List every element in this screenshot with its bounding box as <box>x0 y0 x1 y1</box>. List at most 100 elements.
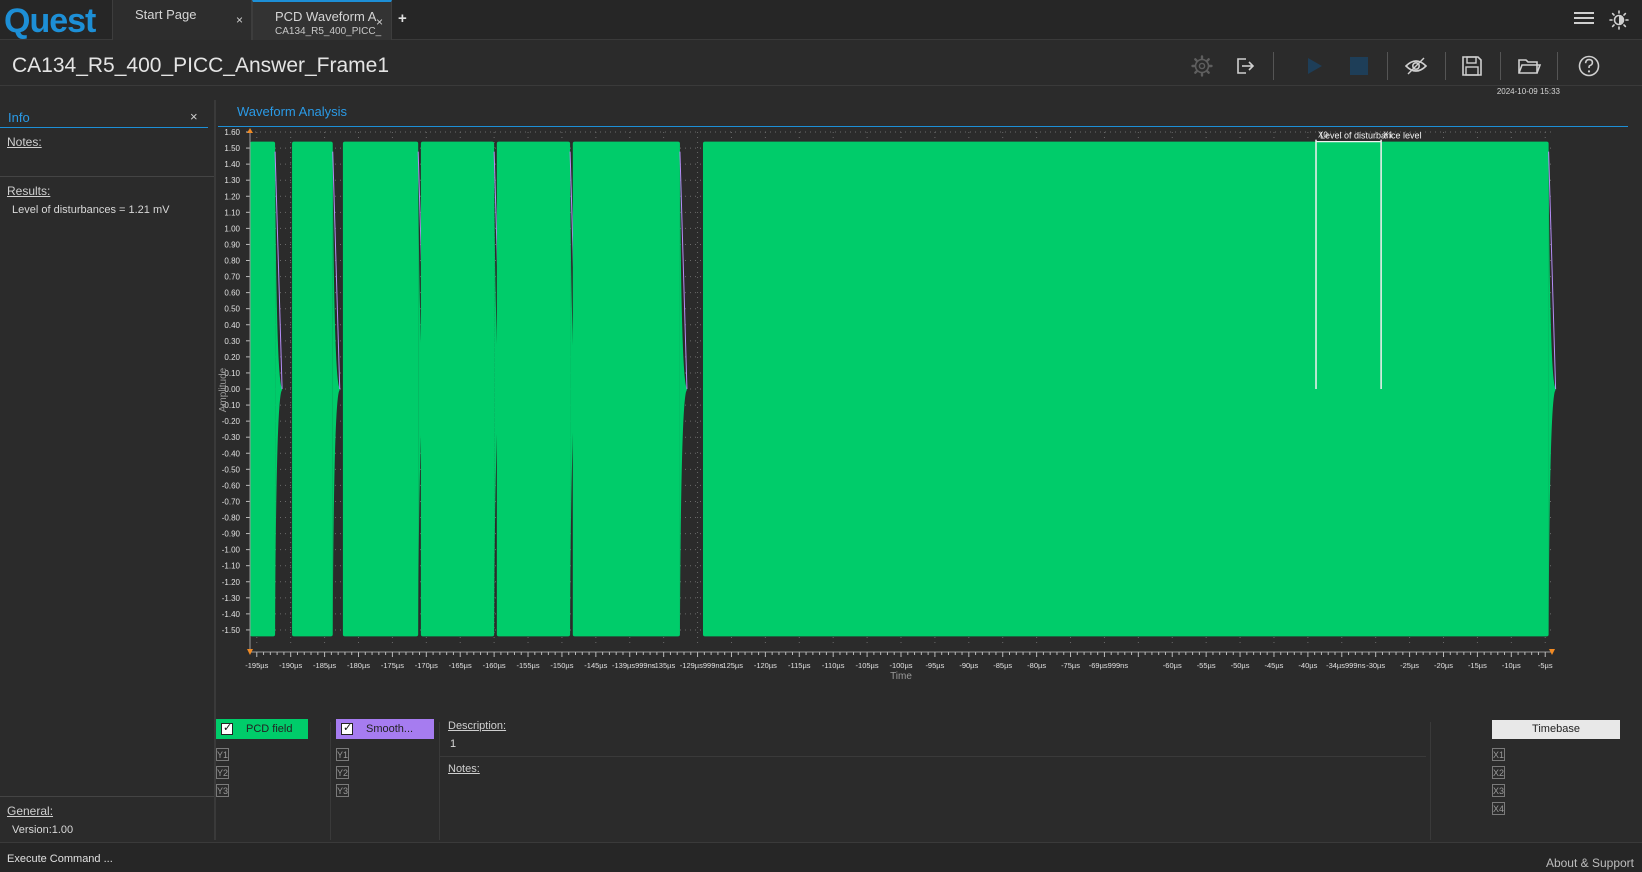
tab-close-button[interactable]: × <box>376 15 383 29</box>
x-tick-label: -40µs <box>1298 661 1317 670</box>
x-tick-label: -195µs <box>245 661 268 670</box>
export-icon[interactable] <box>1232 53 1258 79</box>
x-tick-label: -100µs <box>889 661 912 670</box>
x-tick-label: -135µs <box>652 661 675 670</box>
x-tick-label: -150µs <box>550 661 573 670</box>
x4-box[interactable]: X4 <box>1492 802 1505 815</box>
page-title: CA134_R5_400_PICC_Answer_Frame1 <box>12 54 390 77</box>
channel-label: Smooth... <box>366 723 414 735</box>
info-panel-header: Info × <box>0 106 208 128</box>
x-tick-label: -50µs <box>1231 661 1250 670</box>
y3-box[interactable]: Y3 <box>216 784 229 797</box>
y-axis-label: Amplitude <box>218 367 229 412</box>
y3-box[interactable]: Y3 <box>336 784 349 797</box>
x-tick-label: -160µs <box>483 661 506 670</box>
smooth-channel-toggle[interactable]: Smooth... <box>336 719 434 739</box>
channel-label: PCD field <box>246 723 293 735</box>
hamburger-menu-icon[interactable] <box>1574 10 1594 28</box>
y1-box[interactable]: Y1 <box>216 748 229 761</box>
x-tick-label: -95µs <box>925 661 944 670</box>
x-tick-label: -10µs <box>1502 661 1521 670</box>
app-logo[interactable]: Quest <box>4 2 96 41</box>
y-tick-label: 0.80 <box>224 257 240 266</box>
x-tick-label: -139µs999ns <box>612 661 656 670</box>
y-tick-label: -0.90 <box>222 530 241 539</box>
save-icon[interactable] <box>1459 53 1485 79</box>
stop-icon[interactable] <box>1346 53 1372 79</box>
toolbar-separator <box>1500 52 1501 80</box>
waveform-analysis-title: Waveform Analysis <box>237 104 348 119</box>
x-tick-label: -190µs <box>279 661 302 670</box>
y-tick-label: 0.70 <box>224 273 240 282</box>
x-tick-label: -30µs <box>1366 661 1385 670</box>
toolbar-separator <box>1273 52 1274 80</box>
x1-box[interactable]: X1 <box>1492 748 1505 761</box>
info-divider <box>0 796 214 797</box>
theme-toggle-icon[interactable] <box>1609 10 1629 30</box>
waveform-envelope <box>292 141 333 637</box>
play-icon[interactable] <box>1301 53 1327 79</box>
x-tick-label: -90µs <box>959 661 978 670</box>
pcd-field-checkbox[interactable] <box>221 721 233 735</box>
y-tick-label: 1.50 <box>224 144 240 153</box>
y1-box[interactable]: Y1 <box>336 748 349 761</box>
x-tick-label: -129µs999ns <box>680 661 724 670</box>
x-tick-label: -34µs999ns <box>1326 661 1366 670</box>
about-support-link[interactable]: About & Support <box>1546 856 1634 870</box>
tab-close-button[interactable]: × <box>236 13 243 27</box>
x-tick-label: -180µs <box>347 661 370 670</box>
y-tick-label: -1.40 <box>222 610 241 619</box>
panel-separator <box>1430 722 1431 840</box>
eye-icon[interactable] <box>1403 53 1429 79</box>
y-tick-label: -1.50 <box>222 626 241 635</box>
tab-start-page[interactable]: Start Page × <box>112 0 252 40</box>
y2-box[interactable]: Y2 <box>336 766 349 779</box>
waveform-decay <box>679 141 687 637</box>
waveform-chart[interactable]: X0 X1Level of disturbance level 1.601.501… <box>218 128 1630 712</box>
execute-command-button[interactable]: Execute Command ... <box>7 853 113 865</box>
pcd-field-channel-toggle[interactable]: PCD field <box>216 719 308 739</box>
timebase-button[interactable]: Timebase <box>1492 720 1620 739</box>
x-tick-label: -110µs <box>822 661 845 670</box>
x-tick-label: -115µs <box>788 661 811 670</box>
x-tick-label: -75µs <box>1061 661 1080 670</box>
x-tick-label: -85µs <box>993 661 1012 670</box>
waveform-series-pcd-field <box>250 141 1557 637</box>
y2-box[interactable]: Y2 <box>216 766 229 779</box>
y-tick-label: 0.20 <box>224 353 240 362</box>
y-tick-label: 0.60 <box>224 289 240 298</box>
y-tick-label: -1.10 <box>222 562 241 571</box>
info-panel: Info × Notes: Results: Level of disturba… <box>0 100 216 840</box>
folder-open-icon[interactable] <box>1516 53 1542 79</box>
title-divider <box>0 85 1642 86</box>
x-tick-label: -185µs <box>313 661 336 670</box>
add-tab-button[interactable]: + <box>398 10 407 27</box>
y-tick-label: 1.20 <box>224 192 240 201</box>
x-tick-label: -45µs <box>1265 661 1284 670</box>
x-tick-label: -120µs <box>754 661 777 670</box>
y-tick-label: -0.70 <box>222 497 241 506</box>
description-value[interactable]: 1 <box>450 738 456 750</box>
x-tick-label: -60µs <box>1163 661 1182 670</box>
waveform-decay <box>1548 141 1556 637</box>
timestamp: 2024-10-09 15:33 <box>1496 87 1560 96</box>
y-tick-label: 0.90 <box>224 240 240 249</box>
gear-icon[interactable] <box>1189 53 1215 79</box>
x-tick-label: -80µs <box>1027 661 1046 670</box>
description-notes-label: Notes: <box>448 763 480 775</box>
waveform-envelope <box>342 141 419 637</box>
y-tick-label: -0.60 <box>222 481 241 490</box>
x3-box[interactable]: X3 <box>1492 784 1505 797</box>
x-tick-label: -25µs <box>1400 661 1419 670</box>
x-tick-label: -55µs <box>1197 661 1216 670</box>
x-tick-label: -125µs <box>720 661 743 670</box>
y-tick-label: 1.10 <box>224 208 240 217</box>
tab-pcd-waveform[interactable]: PCD Waveform A CA134_R5_400_PICC_ × <box>252 0 392 40</box>
info-panel-close-button[interactable]: × <box>190 109 198 124</box>
smooth-checkbox[interactable] <box>341 721 353 735</box>
help-icon[interactable] <box>1576 53 1602 79</box>
x-tick-label: -165µs <box>449 661 472 670</box>
x2-box[interactable]: X2 <box>1492 766 1505 779</box>
x-tick-label: -170µs <box>415 661 438 670</box>
y-tick-label: 0.50 <box>224 305 240 314</box>
